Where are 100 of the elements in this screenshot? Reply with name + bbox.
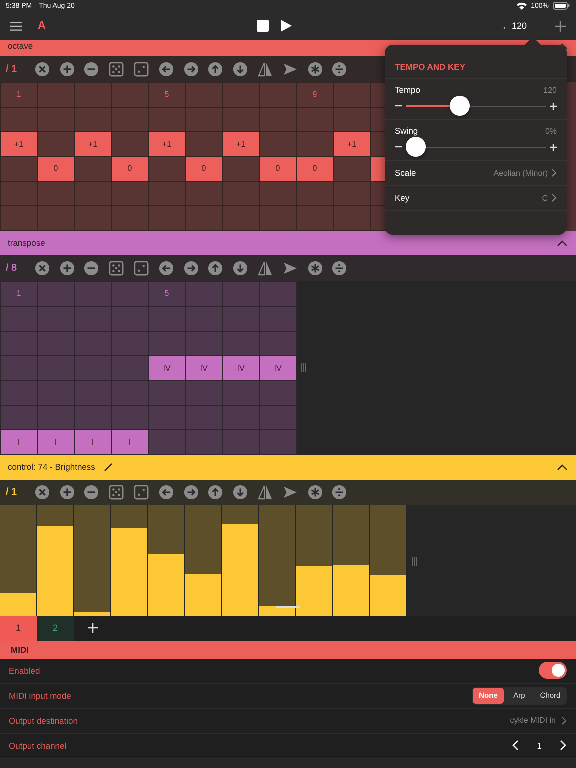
step-cell[interactable]: [112, 108, 148, 132]
step-cell[interactable]: [186, 406, 222, 430]
step-cell[interactable]: [186, 306, 222, 330]
tempo-button[interactable]: ♩120: [502, 21, 528, 31]
toggle-switch[interactable]: [539, 662, 567, 680]
step-cell[interactable]: [1, 380, 37, 405]
step-cell[interactable]: [1, 306, 37, 330]
setting-value[interactable]: Aeolian (Minor): [494, 168, 548, 178]
step-cell[interactable]: [112, 182, 148, 206]
step-cell[interactable]: [38, 282, 74, 306]
step-cell[interactable]: [260, 83, 296, 107]
step-cell[interactable]: [149, 157, 185, 181]
step-cell[interactable]: [223, 306, 259, 330]
step-cell[interactable]: [186, 380, 222, 405]
step-cell[interactable]: [260, 182, 296, 206]
resize-handle[interactable]: [301, 363, 306, 372]
step-cell[interactable]: [38, 380, 74, 405]
slider-thumb[interactable]: [450, 96, 470, 116]
resize-handle[interactable]: [412, 556, 417, 566]
value-bar-track[interactable]: [259, 504, 295, 616]
x-circle-icon[interactable]: [34, 484, 50, 500]
step-cell[interactable]: [223, 157, 259, 181]
step-cell[interactable]: [75, 332, 111, 356]
step-cell[interactable]: [112, 132, 148, 156]
paper-plane-icon[interactable]: [282, 260, 298, 276]
step-cell[interactable]: [38, 356, 74, 380]
chevron-left-icon[interactable]: [512, 740, 520, 752]
step-cell[interactable]: [149, 430, 185, 454]
step-cell[interactable]: [223, 83, 259, 107]
step-cell[interactable]: [334, 157, 370, 181]
step-cell[interactable]: [260, 430, 296, 454]
pattern-tab[interactable]: 2: [37, 616, 74, 641]
step-cell[interactable]: [112, 380, 148, 405]
dice-icon[interactable]: [134, 62, 149, 76]
step-cell[interactable]: [260, 108, 296, 132]
active-step[interactable]: 0: [186, 157, 222, 181]
step-cell[interactable]: [75, 157, 111, 181]
pencil-icon[interactable]: [104, 462, 114, 472]
division-label[interactable]: / 8: [6, 262, 25, 274]
step-cell[interactable]: [112, 406, 148, 430]
step-cell[interactable]: [149, 406, 185, 430]
minus-circle-icon[interactable]: [84, 62, 100, 76]
value-bar[interactable]: [74, 612, 110, 616]
value-bar-track[interactable]: [370, 504, 406, 616]
step-cell[interactable]: [297, 182, 333, 206]
menu-icon[interactable]: [10, 22, 22, 30]
step-cell[interactable]: [112, 332, 148, 356]
dice-icon[interactable]: [109, 484, 124, 500]
step-cell[interactable]: [38, 406, 74, 430]
step-cell[interactable]: [75, 83, 111, 107]
active-step[interactable]: 0: [297, 157, 333, 181]
stop-icon[interactable]: [256, 20, 269, 32]
step-cell[interactable]: [223, 380, 259, 405]
step-cell[interactable]: [186, 182, 222, 206]
step-cell[interactable]: [1, 356, 37, 380]
division-label[interactable]: / 1: [6, 486, 25, 498]
step-cell[interactable]: [260, 132, 296, 156]
step-cell[interactable]: 1: [1, 83, 37, 107]
step-cell[interactable]: [149, 206, 185, 230]
value-bar-track[interactable]: [185, 504, 221, 616]
dice-icon[interactable]: [134, 260, 149, 276]
step-cell[interactable]: [75, 356, 111, 380]
active-step[interactable]: +1: [334, 132, 370, 156]
value-bar[interactable]: [0, 592, 36, 616]
minus-circle-icon[interactable]: [84, 484, 100, 500]
step-cell[interactable]: [1, 182, 37, 206]
active-step[interactable]: I: [112, 430, 148, 454]
dice-icon[interactable]: [134, 484, 149, 500]
active-step[interactable]: +1: [223, 132, 259, 156]
active-step[interactable]: 0: [112, 157, 148, 181]
step-cell[interactable]: [38, 332, 74, 356]
step-cell[interactable]: [260, 206, 296, 230]
step-cell[interactable]: [1, 406, 37, 430]
chevron-icon[interactable]: [557, 240, 568, 247]
step-cell[interactable]: 9: [297, 83, 333, 107]
x-circle-icon[interactable]: [34, 260, 50, 276]
step-cell[interactable]: [75, 380, 111, 405]
step-cell[interactable]: [186, 83, 222, 107]
step-cell[interactable]: [297, 108, 333, 132]
step-cell[interactable]: [75, 108, 111, 132]
step-cell[interactable]: 1: [1, 282, 37, 306]
division-label[interactable]: / 1: [6, 64, 25, 74]
step-cell[interactable]: [334, 206, 370, 230]
active-step[interactable]: +1: [75, 132, 111, 156]
track-name[interactable]: A: [38, 20, 46, 32]
mirror-icon[interactable]: [258, 260, 273, 276]
lane-header[interactable]: transpose: [0, 231, 576, 256]
active-step[interactable]: IV: [260, 356, 296, 380]
step-cell[interactable]: [149, 306, 185, 330]
asterisk-icon[interactable]: [308, 260, 323, 276]
asterisk-icon[interactable]: [308, 484, 323, 500]
mirror-icon[interactable]: [258, 62, 273, 76]
step-cell[interactable]: [38, 132, 74, 156]
dice-icon[interactable]: [109, 62, 124, 76]
step-cell[interactable]: [186, 282, 222, 306]
minus-icon[interactable]: [395, 105, 402, 107]
step-cell[interactable]: [223, 108, 259, 132]
mirror-icon[interactable]: [258, 484, 273, 500]
step-cell[interactable]: [297, 132, 333, 156]
active-step[interactable]: +1: [149, 132, 185, 156]
